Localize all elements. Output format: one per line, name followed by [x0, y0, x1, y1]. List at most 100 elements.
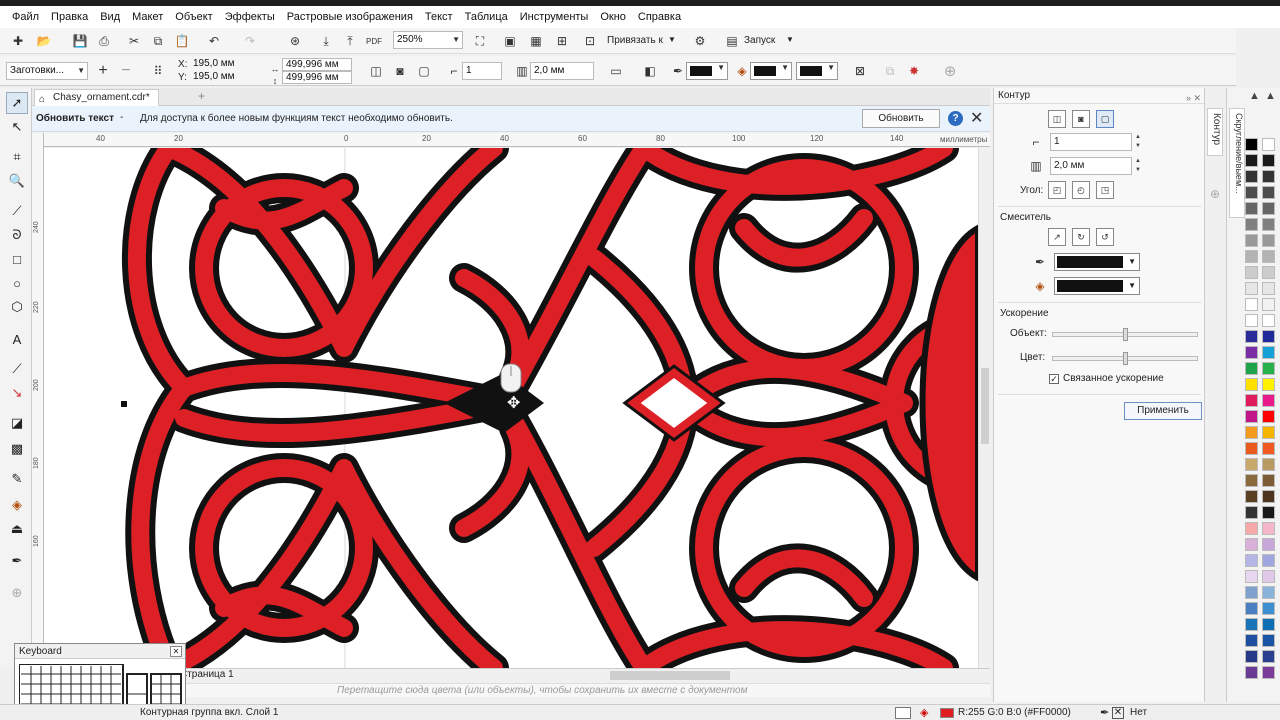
new-document-icon[interactable]: ✚: [8, 31, 28, 51]
contour-outside-icon[interactable]: ▢: [1096, 110, 1114, 128]
palette-swatch[interactable]: [1245, 474, 1258, 487]
palette-swatch[interactable]: [1262, 410, 1275, 423]
apply-button[interactable]: Применить: [1124, 402, 1202, 420]
palette-swatch[interactable]: [1262, 234, 1275, 247]
show-rulers-icon[interactable]: ▦: [526, 31, 546, 51]
menu-table[interactable]: Таблица: [459, 11, 514, 23]
page-tab[interactable]: Страница 1: [180, 669, 234, 680]
vertical-ruler[interactable]: 240 220 200 180 160: [32, 133, 44, 668]
menu-file[interactable]: Файл: [6, 11, 45, 23]
palette-swatch[interactable]: [1245, 538, 1258, 551]
offset-spinner[interactable]: ▲ ▼: [1133, 157, 1143, 175]
transparency-tool-icon[interactable]: ▩: [6, 438, 28, 460]
palette-swatch[interactable]: [1245, 570, 1258, 583]
clockwise-blend-icon[interactable]: ↻: [1072, 228, 1090, 246]
bevel-corner-icon[interactable]: ◳: [1096, 181, 1114, 199]
palette-swatch[interactable]: [1262, 314, 1275, 327]
copy-icon[interactable]: ⧉: [148, 31, 168, 51]
menu-bitmaps[interactable]: Растровые изображения: [281, 11, 419, 23]
palette-swatch[interactable]: [1262, 618, 1275, 631]
palette-arrow-icon[interactable]: ▲: [1265, 90, 1276, 102]
palette-swatch[interactable]: [1245, 634, 1258, 647]
docker-tab-contour[interactable]: Контур: [1207, 108, 1223, 156]
docker-tab-fillet[interactable]: Скругление/выем...: [1229, 108, 1245, 218]
redo-icon[interactable]: ↷: [240, 31, 260, 51]
contour-inside-icon[interactable]: ◙: [390, 61, 410, 81]
palette-swatch[interactable]: [1245, 298, 1258, 311]
palette-swatch[interactable]: [1245, 394, 1258, 407]
palette-swatch[interactable]: [1245, 378, 1258, 391]
export-icon[interactable]: ⤒: [340, 31, 360, 51]
cut-icon[interactable]: ✂: [124, 31, 144, 51]
scrollbar-thumb[interactable]: [981, 368, 989, 444]
drop-shadow-tool-icon[interactable]: ◪: [6, 412, 28, 434]
docker-outline-color[interactable]: ▼: [1054, 253, 1140, 271]
paste-icon[interactable]: 📋: [172, 31, 192, 51]
palette-swatch[interactable]: [1262, 394, 1275, 407]
palette-swatch[interactable]: [1262, 282, 1275, 295]
chevron-down-icon[interactable]: ▼: [786, 35, 794, 44]
presets-select[interactable]: Заготовки... ▼: [6, 62, 88, 80]
palette-arrow-icon[interactable]: ▲: [1249, 90, 1260, 102]
object-origin-icon[interactable]: ⠿: [148, 61, 168, 81]
clear-contour-icon[interactable]: ✸: [904, 61, 924, 81]
search-content-icon[interactable]: ⊛: [285, 31, 305, 51]
palette-swatch[interactable]: [1245, 618, 1258, 631]
pdf-icon[interactable]: PDF: [364, 31, 384, 51]
palette-swatch[interactable]: [1262, 378, 1275, 391]
counterclockwise-blend-icon[interactable]: ↺: [1096, 228, 1114, 246]
palette-swatch[interactable]: [1262, 218, 1275, 231]
palette-swatch[interactable]: [1262, 266, 1275, 279]
palette-swatch[interactable]: [1262, 170, 1275, 183]
status-no-outline-icon[interactable]: ✕: [1112, 707, 1124, 719]
palette-swatch[interactable]: [1262, 538, 1275, 551]
palette-swatch[interactable]: [1262, 330, 1275, 343]
outline-tool-icon[interactable]: ✒: [6, 550, 28, 572]
docker-controls-icon[interactable]: » ✕: [1186, 90, 1201, 106]
artistic-media-icon[interactable]: ᘐ: [6, 224, 28, 246]
color-blend-icon[interactable]: ◧: [640, 61, 660, 81]
palette-swatch[interactable]: [1245, 410, 1258, 423]
palette-swatch[interactable]: [1245, 138, 1258, 151]
palette-swatch[interactable]: [1245, 202, 1258, 215]
drawing-canvas[interactable]: ✥: [44, 148, 978, 668]
palette-swatch[interactable]: [1245, 154, 1258, 167]
selection-handle[interactable]: [121, 401, 127, 407]
chevron-down-icon[interactable]: ▼: [668, 35, 676, 44]
polygon-tool-icon[interactable]: ⬡: [6, 296, 28, 318]
palette-swatch[interactable]: [1245, 218, 1258, 231]
palette-swatch[interactable]: [1245, 490, 1258, 503]
update-text-button[interactable]: Обновить: [862, 109, 940, 128]
palette-swatch[interactable]: [1245, 346, 1258, 359]
x-position-field[interactable]: 195,0 мм: [190, 58, 260, 71]
connector-tool-icon[interactable]: ↘: [6, 382, 28, 404]
add-docker-icon[interactable]: ⊕: [1205, 184, 1225, 204]
text-tool-icon[interactable]: A: [6, 328, 28, 350]
document-tab[interactable]: ⌂ Chasy_ornament.cdr*: [34, 89, 159, 106]
palette-swatch[interactable]: [1262, 442, 1275, 455]
help-icon[interactable]: ?: [948, 111, 963, 126]
miter-corner-icon[interactable]: ◰: [1048, 181, 1066, 199]
outline-color-picker[interactable]: ▼: [686, 62, 728, 80]
print-icon[interactable]: ⎙: [94, 31, 114, 51]
palette-swatch[interactable]: [1245, 330, 1258, 343]
rectangle-tool-icon[interactable]: □: [6, 248, 28, 270]
palette-swatch[interactable]: [1245, 442, 1258, 455]
palette-swatch[interactable]: [1262, 522, 1275, 535]
crop-tool-icon[interactable]: ⌗: [6, 146, 28, 168]
menu-effects[interactable]: Эффекты: [219, 11, 281, 23]
close-icon[interactable]: ✕: [970, 108, 983, 128]
snap-to-dropdown[interactable]: Привязать к: [607, 35, 663, 46]
palette-swatch[interactable]: [1245, 170, 1258, 183]
eyedropper-tool-icon[interactable]: ✎: [6, 468, 28, 490]
status-fill-swatch[interactable]: [940, 708, 954, 718]
add-tab-icon[interactable]: +: [198, 89, 205, 103]
palette-swatch[interactable]: [1262, 474, 1275, 487]
docker-offset-field[interactable]: 2,0 мм: [1050, 157, 1132, 175]
menu-tools[interactable]: Инструменты: [514, 11, 595, 23]
contour-inside-icon[interactable]: ◙: [1072, 110, 1090, 128]
palette-swatch[interactable]: [1245, 586, 1258, 599]
width-field[interactable]: 499,996 мм: [282, 58, 352, 71]
contour-offset-field[interactable]: 2,0 мм: [530, 62, 594, 80]
contour-outside-icon[interactable]: ▢: [414, 61, 434, 81]
